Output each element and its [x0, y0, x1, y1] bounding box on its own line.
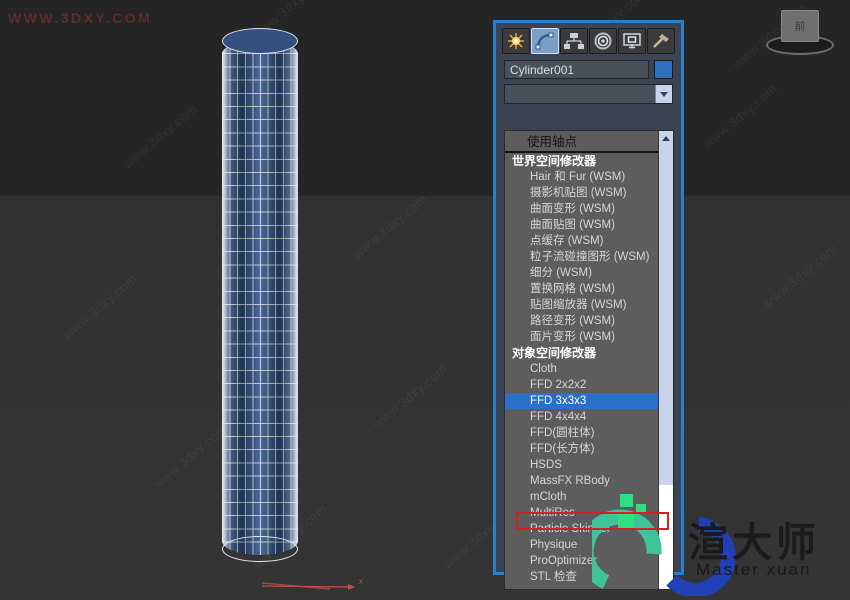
- command-panel-tabs: [496, 23, 681, 58]
- svg-text:x: x: [359, 577, 363, 586]
- arc-icon: [535, 32, 554, 50]
- modifier-list-item[interactable]: HSDS: [505, 457, 658, 473]
- viewcube-cube[interactable]: 前: [781, 10, 819, 42]
- app-root: WWW.3DXY.COM www.3dxy.com www.3dxy.com w…: [0, 0, 850, 600]
- modifier-list-item[interactable]: 贴图缩放器 (WSM): [505, 297, 658, 313]
- cylinder-cap-bottom: [222, 536, 298, 562]
- watermark-tile: www.3dxy.com: [350, 191, 430, 262]
- modifier-group-header: 世界空间修改器: [512, 154, 597, 168]
- display-tab[interactable]: [618, 28, 646, 54]
- watermark-tile: www.3dxy.com: [370, 361, 450, 432]
- watermark-tile: www.3dxy.com: [150, 421, 230, 492]
- modifier-list-item[interactable]: 摄影机贴图 (WSM): [505, 185, 658, 201]
- watermark-tile: www.3dxy.com: [700, 81, 780, 152]
- modifier-list-item[interactable]: MassFX RBody: [505, 473, 658, 489]
- utilities-tab[interactable]: [647, 28, 675, 54]
- cylinder-shading: [222, 40, 298, 555]
- modifier-group-header: 对象空间修改器: [512, 346, 597, 360]
- hammer-icon: [653, 34, 669, 48]
- object-color-swatch[interactable]: [654, 60, 673, 79]
- modifier-list-item[interactable]: FFD 2x2x2: [505, 377, 658, 393]
- logo-text-en: Master xuan: [696, 560, 812, 579]
- modifier-list-item[interactable]: 置换网格 (WSM): [505, 281, 658, 297]
- object-name-input[interactable]: Cylinder001: [504, 60, 649, 79]
- modify-tab[interactable]: [531, 28, 559, 54]
- modifier-list-item[interactable]: 粒子流碰撞图形 (WSM): [505, 249, 658, 265]
- modifier-list-item[interactable]: FFD 4x4x4: [505, 409, 658, 425]
- watermark-tile: www.3dxy.com: [60, 271, 140, 342]
- modifier-list-item[interactable]: FFD(长方体): [505, 441, 658, 457]
- monitor-icon: [623, 33, 641, 49]
- modifier-list-item[interactable]: Hair 和 Fur (WSM): [505, 169, 658, 185]
- sun-icon: [508, 33, 524, 49]
- watermark-tile: www.3dxy.com: [120, 101, 200, 172]
- motion-tab[interactable]: [589, 28, 617, 54]
- hierarchy-icon: [564, 33, 584, 49]
- watermark-tile: www.3dxy.com: [760, 241, 840, 312]
- brand-logo: 渲大师 Master xuan: [578, 488, 844, 598]
- object-name-row: Cylinder001: [496, 58, 681, 82]
- scrollbar-thumb[interactable]: [659, 145, 673, 485]
- cylinder-mesh: [222, 40, 298, 555]
- modifier-list-item[interactable]: 点缓存 (WSM): [505, 233, 658, 249]
- cylinder-object[interactable]: x: [222, 28, 363, 590]
- viewcube-face-label: 前: [794, 21, 806, 33]
- modifier-list-combo[interactable]: [504, 84, 673, 104]
- modifier-list-item[interactable]: 面片变形 (WSM): [505, 329, 658, 345]
- modifier-list-item[interactable]: 细分 (WSM): [505, 265, 658, 281]
- cylinder-cap-top: [222, 28, 298, 54]
- modifier-list-item[interactable]: 路径变形 (WSM): [505, 313, 658, 329]
- dropdown-top-entry[interactable]: 使用轴点: [505, 131, 658, 153]
- create-tab[interactable]: [502, 28, 530, 54]
- scroll-up-button[interactable]: [659, 131, 673, 145]
- modifier-list-item[interactable]: 曲面贴图 (WSM): [505, 217, 658, 233]
- wheel-icon: [594, 32, 612, 50]
- viewcube[interactable]: 前: [764, 8, 836, 60]
- hierarchy-tab[interactable]: [560, 28, 588, 54]
- transform-gizmo-icon[interactable]: x: [260, 575, 370, 597]
- modifier-list-item[interactable]: FFD 3x3x3: [505, 393, 658, 409]
- chevron-down-icon[interactable]: [655, 85, 672, 103]
- modifier-list-item[interactable]: 曲面变形 (WSM): [505, 201, 658, 217]
- modifier-list-item[interactable]: FFD(圆柱体): [505, 425, 658, 441]
- modifier-list-item[interactable]: Cloth: [505, 361, 658, 377]
- watermark-top-left: WWW.3DXY.COM: [8, 10, 153, 26]
